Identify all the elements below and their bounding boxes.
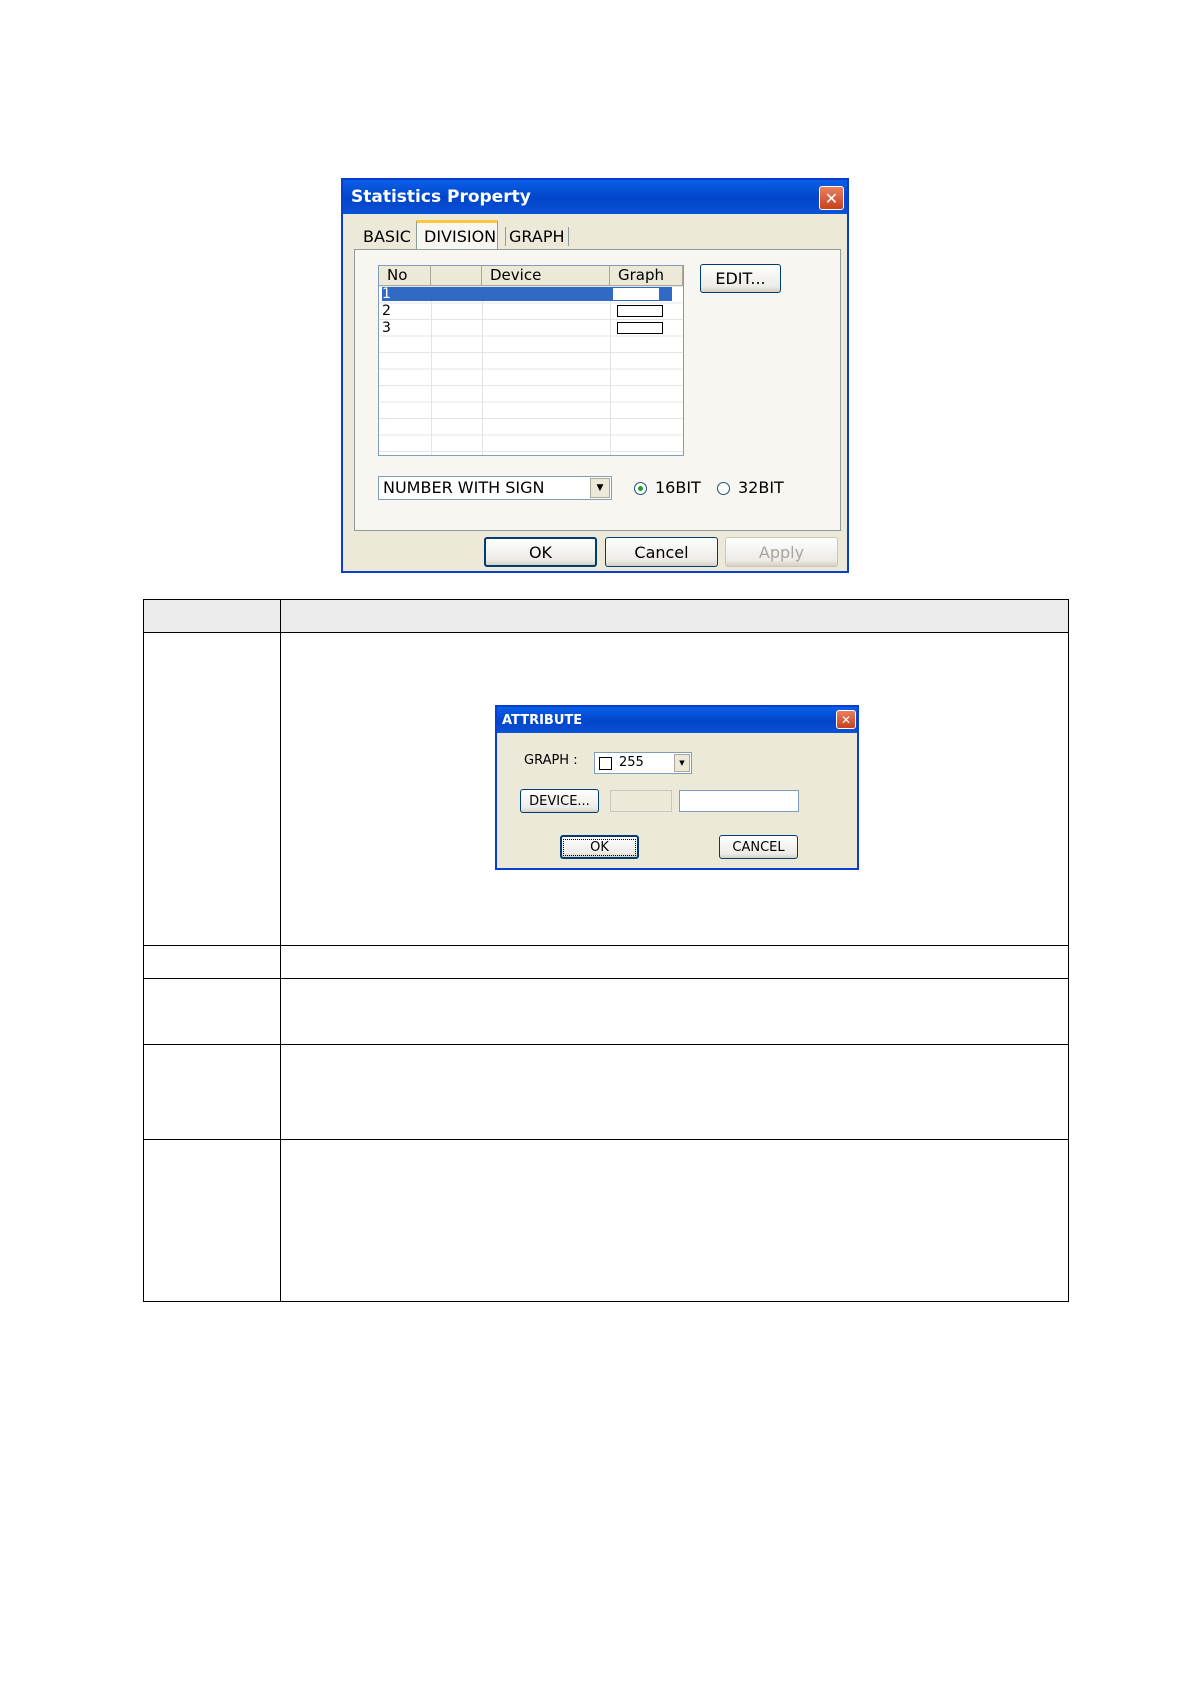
column-header-no[interactable]: No [379, 266, 431, 286]
table-cell [143, 945, 281, 979]
dropdown-button[interactable]: ▼ [590, 478, 610, 498]
graph-select[interactable]: 255 ▼ [594, 752, 692, 774]
radio-32bit-label: 32BIT [738, 478, 784, 497]
table-cell [143, 1139, 281, 1302]
dialog-title: Statistics Property [351, 187, 531, 207]
tab-graph[interactable]: GRAPH [505, 227, 569, 246]
graph-swatch [617, 322, 663, 334]
attribute-ok-button[interactable]: OK [560, 835, 639, 859]
statistics-property-dialog: Statistics Property ✕ BASIC DIVISION GRA… [341, 178, 849, 573]
format-select-value: NUMBER WITH SIGN [383, 478, 545, 497]
table-row: ATTRIBUTE ✕ GRAPH : 255 ▼ DEVICE... OK C… [143, 632, 1069, 946]
table-header-cell [143, 599, 281, 633]
radio-16bit-label: 16BIT [655, 478, 701, 497]
column-header-blank[interactable] [431, 266, 482, 286]
radio-32bit[interactable] [717, 482, 730, 495]
apply-button[interactable]: Apply [725, 537, 838, 567]
attribute-close-button[interactable]: ✕ [836, 710, 856, 729]
attribute-cancel-button[interactable]: CANCEL [719, 835, 798, 859]
division-list[interactable]: No Device Graph 1 2 3 [378, 265, 684, 456]
table-row [143, 1044, 1069, 1140]
device-type-field [610, 790, 672, 812]
ok-button[interactable]: OK [484, 537, 597, 567]
close-icon: ✕ [840, 712, 852, 727]
edit-button[interactable]: EDIT... [700, 264, 781, 293]
dialog-titlebar: Statistics Property [343, 180, 847, 214]
table-cell [143, 632, 281, 946]
table-cell [280, 978, 1069, 1045]
radio-16bit[interactable] [634, 482, 647, 495]
table-cell [280, 1044, 1069, 1140]
list-item[interactable]: 3 [382, 320, 391, 336]
graph-label: GRAPH : [524, 753, 578, 768]
chevron-down-icon: ▼ [679, 759, 685, 767]
table-cell [280, 1139, 1069, 1302]
graph-select-value: 255 [619, 755, 644, 770]
cancel-button[interactable]: Cancel [605, 537, 718, 567]
device-button[interactable]: DEVICE... [520, 789, 599, 813]
chevron-down-icon: ▼ [596, 483, 604, 493]
dropdown-button[interactable]: ▼ [674, 754, 690, 772]
table-row [143, 1139, 1069, 1302]
graph-swatch [613, 288, 659, 300]
format-select[interactable]: NUMBER WITH SIGN ▼ [378, 476, 612, 500]
column-header-graph[interactable]: Graph [610, 266, 683, 286]
table-header-row [143, 599, 1069, 633]
list-item[interactable]: 2 [382, 303, 391, 319]
attribute-titlebar: ATTRIBUTE [497, 707, 857, 733]
tab-basic[interactable]: BASIC [363, 227, 411, 246]
table-row [143, 978, 1069, 1045]
tab-division[interactable]: DIVISION [416, 220, 498, 250]
grid-vline [431, 286, 432, 455]
tab-panel: No Device Graph 1 2 3 EDIT... NUMBER WIT… [354, 249, 841, 531]
table-cell [280, 945, 1069, 979]
attribute-dialog: ATTRIBUTE ✕ GRAPH : 255 ▼ DEVICE... OK C… [495, 705, 859, 870]
table-header-cell [280, 599, 1069, 633]
graph-swatch [617, 305, 663, 317]
device-address-input[interactable] [679, 790, 799, 812]
list-item[interactable]: 1 [382, 286, 391, 302]
table-cell [143, 978, 281, 1045]
table-row [143, 945, 1069, 979]
column-header-device[interactable]: Device [482, 266, 610, 286]
close-icon: ✕ [824, 188, 839, 208]
grid-vline [610, 286, 611, 455]
color-swatch-icon [599, 757, 612, 770]
attribute-title: ATTRIBUTE [502, 712, 583, 728]
table-cell: ATTRIBUTE ✕ GRAPH : 255 ▼ DEVICE... OK C… [280, 632, 1069, 946]
description-table: ATTRIBUTE ✕ GRAPH : 255 ▼ DEVICE... OK C… [143, 599, 1069, 1302]
grid-vline [683, 286, 684, 455]
close-button[interactable]: ✕ [819, 186, 844, 210]
grid-vline [482, 286, 483, 455]
table-cell [143, 1044, 281, 1140]
